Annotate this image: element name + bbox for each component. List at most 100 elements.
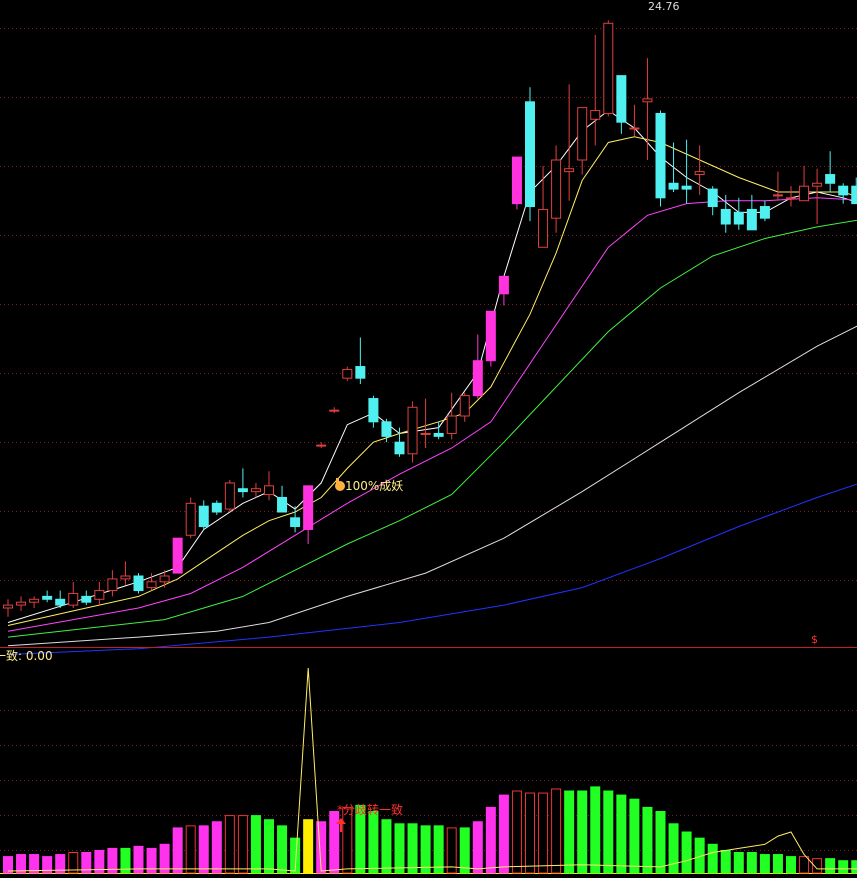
indicator-bar — [433, 825, 444, 874]
indicator-bar — [16, 854, 27, 874]
candle-body — [290, 517, 301, 528]
candle-body — [733, 211, 744, 225]
candle-body — [420, 432, 431, 435]
candle-body — [603, 22, 614, 114]
candle-body — [681, 185, 692, 190]
candle-body — [211, 502, 222, 513]
indicator-bar — [237, 815, 248, 874]
indicator-bar — [720, 849, 731, 874]
indicator-bar — [551, 788, 562, 874]
indicator-bar — [733, 852, 744, 874]
candle-body — [172, 537, 183, 574]
candle-body — [277, 496, 288, 513]
candle-body — [472, 360, 483, 397]
candle-body — [511, 156, 522, 205]
candle-body — [316, 444, 327, 447]
candle-body — [329, 409, 340, 412]
candle-body — [224, 482, 235, 510]
main-panel-grid — [0, 28, 857, 581]
candle-body — [564, 168, 575, 173]
candle-body — [446, 415, 457, 434]
indicator-bar — [799, 856, 810, 874]
candle-body — [407, 406, 418, 455]
indicator-bar — [264, 819, 274, 874]
indicator-bars — [3, 786, 857, 874]
candle-body — [772, 194, 783, 197]
candle-body — [629, 127, 640, 130]
indicator-bar — [329, 811, 340, 874]
candlesticks — [3, 20, 857, 617]
candle-body — [642, 98, 653, 103]
candle-body — [498, 275, 509, 295]
candle-body — [16, 601, 27, 606]
candle-body — [759, 206, 770, 219]
indicator-line — [7, 667, 857, 872]
candle-body — [838, 185, 849, 196]
candle-body — [264, 485, 274, 496]
candle-body — [538, 208, 549, 248]
indicator-bar — [459, 827, 470, 874]
candle-body — [250, 488, 261, 493]
indicator-bar — [655, 811, 666, 874]
indicator-bar — [485, 806, 496, 874]
candle-body — [485, 310, 496, 362]
indicator-bar — [746, 852, 757, 874]
candle-body — [459, 395, 470, 417]
candle-body — [237, 488, 248, 493]
indicator-bar — [172, 827, 183, 874]
candle-body — [851, 185, 857, 205]
candle-body — [120, 575, 131, 580]
indicator-bar — [224, 815, 235, 874]
candle-body — [303, 485, 314, 530]
indicator-bar — [368, 811, 379, 874]
indicator-bar — [590, 786, 601, 874]
indicator-bar — [420, 825, 431, 874]
candle-body — [394, 441, 405, 455]
candle-body — [616, 75, 627, 123]
candle-body — [81, 595, 92, 603]
candle-body — [590, 110, 601, 120]
candle-body — [159, 575, 170, 583]
indicator-legend: 一致: 0.00 — [0, 649, 53, 663]
candle-body — [185, 502, 196, 536]
indicator-bar — [851, 860, 857, 874]
indicator-bar — [629, 798, 640, 874]
stock-chart: 24.76 100%成妖 $ 一致: 0.00 *分歧转一致 — [0, 0, 857, 874]
indicator-bar — [185, 825, 196, 874]
candle-body — [525, 101, 535, 208]
indicator-bar — [211, 821, 222, 874]
max-price-label: 24.76 — [648, 0, 680, 13]
indicator-bar — [538, 792, 549, 874]
candle-body — [694, 171, 705, 176]
candle-body — [29, 598, 40, 603]
candle-body — [825, 174, 836, 184]
candle-body — [342, 368, 353, 379]
indicator-bar — [825, 858, 836, 874]
indicator-bar — [642, 806, 653, 874]
indicator-bar — [446, 827, 457, 874]
indicator-bar — [250, 815, 261, 874]
candle-body — [720, 208, 731, 225]
candle-body — [133, 575, 144, 592]
candle-body — [146, 581, 157, 589]
indicator-bar — [498, 794, 509, 874]
indicator-bar — [681, 831, 692, 874]
indicator-bar — [668, 823, 679, 874]
moving-average-ma20 — [7, 197, 857, 632]
indicator-bar — [511, 790, 522, 874]
candle-body — [551, 159, 562, 219]
candle-body — [577, 107, 588, 161]
indicator-bar — [303, 819, 314, 874]
annotation-divergence-text: *分歧转一致 — [337, 802, 403, 817]
candle-body — [799, 185, 810, 202]
candle-body — [68, 592, 79, 606]
indicator-bar — [838, 860, 849, 874]
indicator-bar — [342, 806, 353, 874]
candle-body — [812, 182, 823, 187]
moving-average-ma30 — [7, 219, 857, 638]
moving-average-ma120 — [7, 483, 857, 655]
moving-average-ma5 — [7, 109, 857, 623]
candle-body — [42, 595, 53, 600]
indicator-bar — [786, 856, 796, 874]
candle-body — [368, 398, 379, 423]
